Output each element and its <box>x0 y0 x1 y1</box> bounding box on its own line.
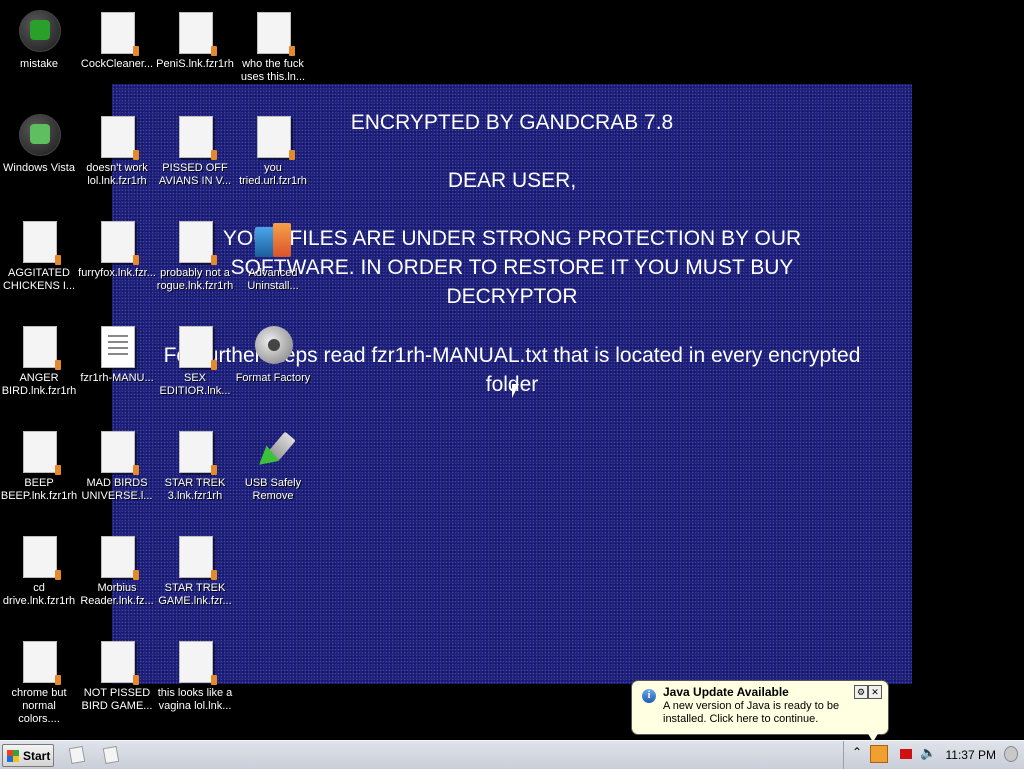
desktop-icon-file[interactable]: CockCleaner... <box>78 10 156 71</box>
desktop-icon-windows-vista[interactable]: Windows Vista <box>0 114 78 175</box>
file-icon <box>101 536 139 580</box>
desktop-icon-file[interactable]: ANGER BIRD.lnk.fzr1rh <box>0 324 78 398</box>
file-icon <box>23 536 61 580</box>
file-icon <box>101 431 139 475</box>
windows-logo-icon <box>7 749 19 762</box>
desktop-icon-file[interactable]: you tried.url.fzr1rh <box>234 114 312 188</box>
show-hidden-icons-chevron-icon[interactable]: ⌃ <box>852 745 862 759</box>
balloon-title: Java Update Available <box>663 685 789 699</box>
desktop-icon-file[interactable]: SEX EDITIOR.lnk... <box>156 324 234 398</box>
info-icon: i <box>642 689 656 703</box>
desktop-icon-file[interactable]: probably not a rogue.lnk.fzr1rh <box>156 219 234 293</box>
java-update-balloon[interactable]: i Java Update Available ⚙ ✕ A new versio… <box>631 680 889 735</box>
file-icon <box>179 641 217 685</box>
desktop-icon-format-factory[interactable]: Format Factory <box>234 324 312 385</box>
start-button[interactable]: Start <box>2 744 54 767</box>
desktop-icon-file[interactable]: who the fuck uses this.ln... <box>234 10 312 84</box>
file-icon <box>23 221 61 265</box>
network-tray-icon[interactable] <box>900 749 912 759</box>
taskbar: Start ⌃ 🔈 11:37 PM <box>0 740 1024 769</box>
file-icon <box>179 116 217 160</box>
desktop-icon-file[interactable]: chrome but normal colors.... <box>0 639 78 726</box>
desktop-icon-file[interactable]: doesn't work lol.lnk.fzr1rh <box>78 114 156 188</box>
desktop-icon-usb-safely-remove[interactable]: USB Safely Remove <box>234 429 312 503</box>
desktop-icon-manual[interactable]: fzr1rh-MANU... <box>78 324 156 385</box>
system-tray: ⌃ 🔈 11:37 PM <box>843 741 1024 769</box>
java-tray-icon[interactable] <box>870 745 888 763</box>
desktop-icon-file[interactable]: furryfox.lnk.fzr... <box>78 219 156 280</box>
balloon-options-button[interactable]: ⚙ <box>854 685 868 699</box>
file-icon <box>257 12 295 56</box>
file-icon <box>101 12 139 56</box>
file-icon <box>23 326 61 370</box>
start-label: Start <box>23 748 51 763</box>
taskbar-clock[interactable]: 11:37 PM <box>946 748 996 762</box>
desktop-icon-file[interactable]: Morbius Reader.lnk.fz... <box>78 534 156 608</box>
desktop-icon-advanced-uninstaller[interactable]: Advanced Uninstall... <box>234 219 312 293</box>
desktop-icon-file[interactable]: AGGITATED CHICKENS I... <box>0 219 78 293</box>
file-icon <box>101 116 139 160</box>
desktop-icon-file[interactable]: PISSED OFF AVIANS IN V... <box>156 114 234 188</box>
desktop-icon-file[interactable]: STAR TREK 3.lnk.fzr1rh <box>156 429 234 503</box>
file-icon <box>23 431 61 475</box>
file-icon <box>179 431 217 475</box>
desktop-icon-file[interactable]: BEEP BEEP.lnk.fzr1rh <box>0 429 78 503</box>
mouse-cursor-icon <box>512 384 519 398</box>
file-icon <box>23 641 61 685</box>
desktop-icon-file[interactable]: this looks like a vagina lol.lnk... <box>156 639 234 713</box>
uninstaller-icon <box>255 223 291 259</box>
desktop-icon-file[interactable]: cd drive.lnk.fzr1rh <box>0 534 78 608</box>
user-tray-icon[interactable] <box>1004 746 1018 762</box>
balloon-close-button[interactable]: ✕ <box>868 685 882 699</box>
balloon-message: A new version of Java is ready to be ins… <box>663 700 840 725</box>
desktop-icon-file[interactable]: NOT PISSED BIRD GAME... <box>78 639 156 713</box>
format-factory-icon <box>255 326 293 364</box>
quick-launch-file-icon[interactable] <box>102 745 120 765</box>
file-icon <box>179 536 217 580</box>
speaker-icon[interactable]: 🔈 <box>920 745 936 761</box>
file-icon <box>179 12 217 56</box>
recycle-bin-icon <box>19 114 61 156</box>
file-icon <box>101 641 139 685</box>
desktop-icon-mistake[interactable]: mistake <box>0 10 78 71</box>
desktop-icon-file[interactable]: STAR TREK GAME.lnk.fzr... <box>156 534 234 608</box>
file-icon <box>257 116 295 160</box>
recycle-bin-icon <box>19 10 61 52</box>
file-icon <box>179 326 217 370</box>
file-icon <box>101 221 139 265</box>
quick-launch-file-icon[interactable] <box>68 745 86 765</box>
usb-icon <box>252 431 296 473</box>
text-document-icon <box>101 326 135 368</box>
desktop-icon-file[interactable]: PeniS.lnk.fzr1rh <box>156 10 234 71</box>
desktop-icon-file[interactable]: MAD BIRDS UNIVERSE.l... <box>78 429 156 503</box>
file-icon <box>179 221 217 265</box>
